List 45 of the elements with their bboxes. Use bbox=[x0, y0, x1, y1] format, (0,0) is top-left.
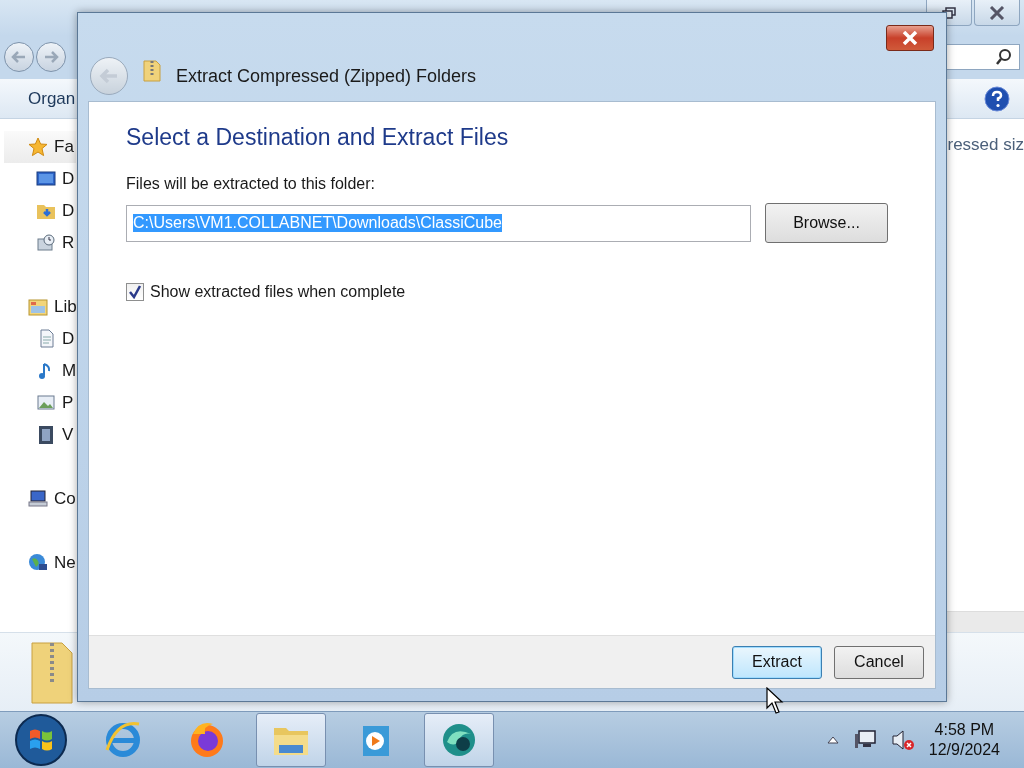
zip-folder-icon bbox=[142, 59, 162, 83]
forward-arrow-icon bbox=[43, 50, 59, 65]
browse-button[interactable]: Browse... bbox=[765, 203, 888, 243]
play-icon bbox=[363, 726, 389, 756]
star-icon bbox=[28, 137, 48, 158]
close-icon bbox=[901, 31, 919, 45]
close-icon bbox=[989, 5, 1005, 20]
back-arrow-icon bbox=[99, 68, 119, 84]
browser-e-icon bbox=[105, 722, 140, 757]
taskbar-button[interactable] bbox=[424, 713, 494, 767]
caret-up-icon[interactable] bbox=[826, 736, 839, 744]
checkbox-label[interactable]: Show extracted files when complete bbox=[150, 283, 406, 301]
help-icon[interactable] bbox=[984, 85, 1010, 112]
sidebar-item[interactable]: P bbox=[0, 387, 72, 420]
column-header[interactable]: ressed siz bbox=[947, 135, 1024, 612]
extract-button[interactable]: Extract bbox=[732, 645, 822, 679]
fox-globe-icon bbox=[191, 723, 223, 757]
sidebar-item[interactable]: R bbox=[0, 227, 72, 260]
muted-speaker-icon[interactable] bbox=[890, 728, 915, 752]
close-button[interactable] bbox=[886, 25, 934, 51]
folder-icon bbox=[274, 728, 308, 755]
close-button[interactable] bbox=[974, 0, 1020, 26]
clock-time: 4:58 PM bbox=[934, 720, 995, 740]
dialog-heading: Select a Destination and Extract Files bbox=[126, 124, 510, 151]
film-icon bbox=[36, 425, 56, 446]
sidebar-item[interactable]: V bbox=[0, 419, 72, 452]
dialog-title: Extract Compressed (Zipped) Folders bbox=[176, 66, 477, 87]
orb-app-icon bbox=[443, 724, 475, 756]
field-label: Files will be extracted to this folder: bbox=[126, 175, 376, 193]
clock[interactable]: 4:58 PM 12/9/2024 bbox=[928, 720, 1000, 760]
recent-places-icon bbox=[36, 233, 56, 254]
start-button[interactable] bbox=[14, 713, 68, 767]
sidebar-item[interactable]: Fa bbox=[4, 131, 76, 164]
computer-icon bbox=[28, 489, 48, 510]
zip-folder-icon bbox=[28, 640, 76, 705]
clock-date: 12/9/2024 bbox=[928, 740, 1000, 760]
cancel-button[interactable]: Cancel bbox=[834, 645, 924, 679]
sidebar-item[interactable]: D bbox=[0, 195, 72, 228]
sidebar-item[interactable]: D bbox=[0, 163, 72, 196]
search-icon bbox=[995, 48, 1013, 67]
back-arrow-icon bbox=[11, 50, 27, 65]
library-icon bbox=[28, 297, 48, 318]
organize-menu[interactable]: Organ bbox=[28, 88, 76, 109]
checkbox[interactable] bbox=[126, 283, 144, 301]
sidebar-item[interactable]: D bbox=[0, 323, 72, 356]
